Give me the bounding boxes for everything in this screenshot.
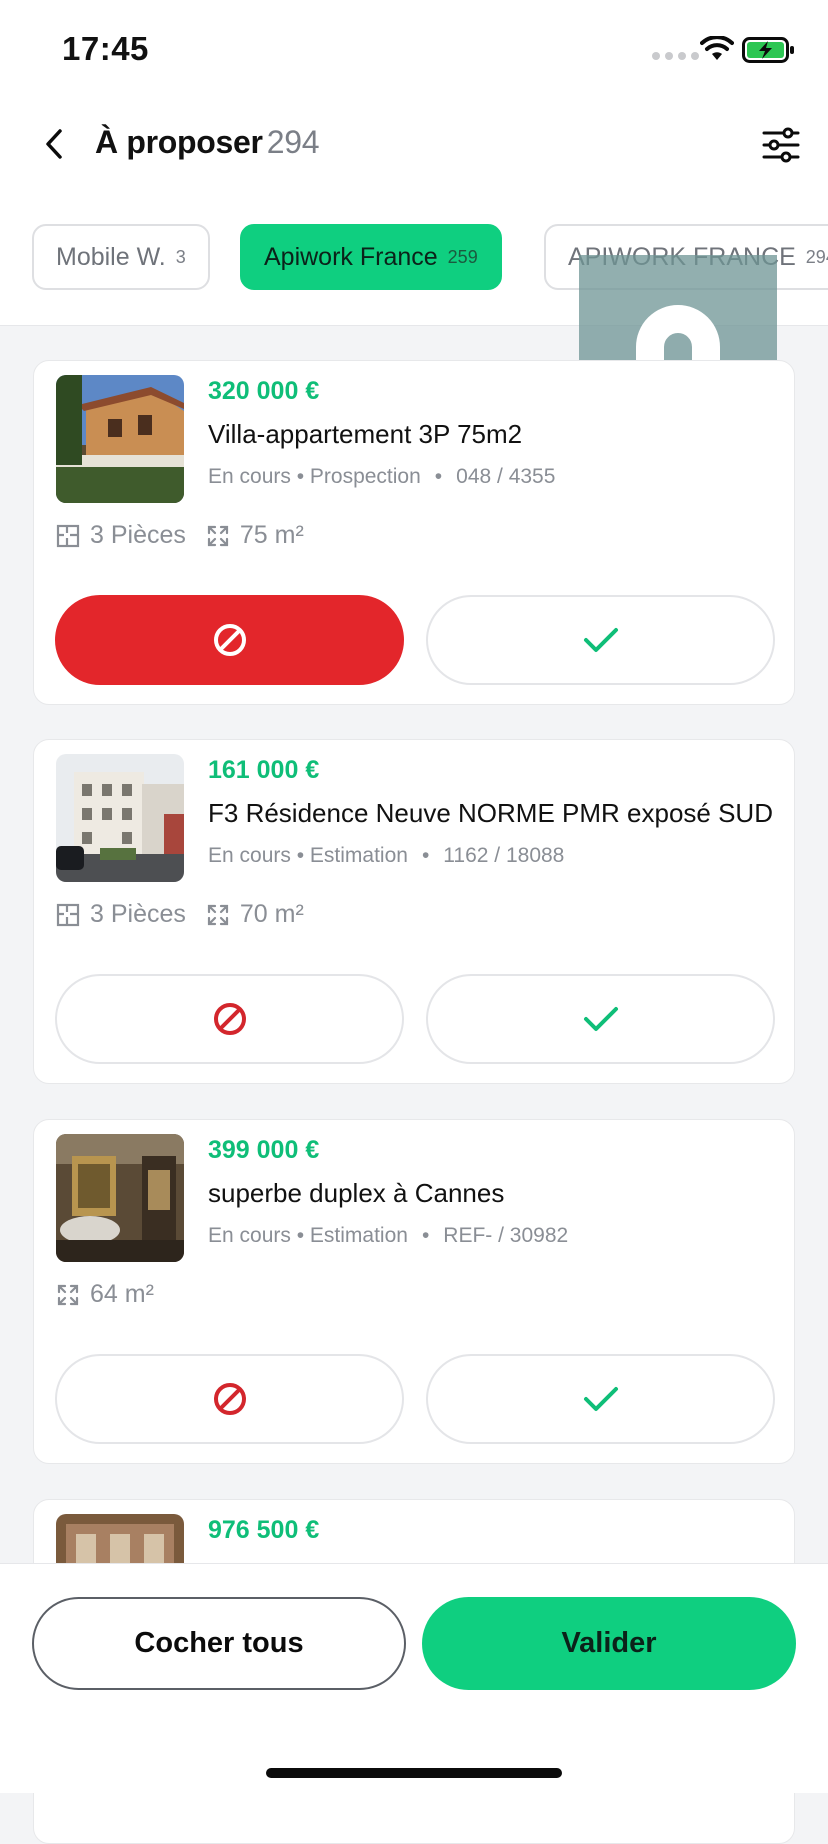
listing-photo [56,375,184,503]
floor-plan-icon [56,903,80,926]
battery-icon [742,37,794,63]
listing-price: 976 500 € [208,1516,320,1544]
bottom-action-bar: Cocher tous Valider [0,1563,828,1793]
check-all-button[interactable]: Cocher tous [32,1597,406,1690]
listing-features: 3 Pièces 70 m² [56,900,324,929]
ban-icon [213,1003,246,1035]
rooms-label: 3 Pièces [90,521,186,549]
status-time: 17:45 [62,30,149,67]
area-label: 75 m² [239,521,304,549]
page-title-text: À proposer [95,124,263,160]
listing-title: superbe duplex à Cannes [208,1178,505,1208]
listing-photo [56,1134,184,1262]
listing-features: 3 Pièces 75 m² [56,521,324,550]
listing-meta: En cours • Estimation • 1162 / 18088 [208,844,565,867]
rooms-label: 3 Pièces [90,900,186,928]
listing-card[interactable]: 399 000 € superbe duplex à Cannes En cou… [33,1119,795,1464]
reject-button[interactable] [55,1354,404,1444]
chip-count: 294 [805,246,828,267]
page-title-count: 294 [266,124,320,160]
area-expand-icon [207,904,228,925]
listing-status: En cours • Estimation [208,844,408,867]
page-title: À proposer 294 [95,124,320,161]
feature-area: 64 m² [56,1280,154,1309]
listing-title: Villa-appartement 3P 75m2 [208,419,523,449]
chip-count: 259 [447,246,478,267]
check-icon [583,628,618,652]
signal-icon [652,52,699,60]
feature-rooms: 3 Pièces [56,900,186,929]
accept-button[interactable] [426,974,775,1064]
listing-card[interactable]: 320 000 € Villa-appartement 3P 75m2 En c… [33,360,795,705]
chip-count: 3 [175,246,186,267]
feature-area: 70 m² [206,900,304,929]
chip-label: Mobile W. [56,242,166,271]
listing-status: En cours • Prospection [208,465,421,488]
chip-apiwork-france[interactable]: Apiwork France 259 [240,224,502,290]
accept-button[interactable] [426,595,775,685]
back-button[interactable] [34,122,74,166]
accept-button[interactable] [426,1354,775,1444]
listing-ref: REF- / 30982 [443,1224,569,1247]
listing-card[interactable]: 161 000 € F3 Résidence Neuve NORME PMR e… [33,739,795,1084]
listing-ref: 048 / 4355 [456,465,556,488]
listing-title: F3 Résidence Neuve NORME PMR exposé SUD [208,798,773,828]
ban-icon [213,624,246,656]
ban-icon [213,1383,246,1415]
listing-price: 320 000 € [208,377,320,405]
filter-sliders-icon[interactable] [758,122,804,168]
area-label: 64 m² [90,1280,154,1308]
listing-meta: En cours • Estimation • REF- / 30982 [208,1224,569,1247]
area-expand-icon [57,1284,79,1305]
feature-area: 75 m² [206,521,304,550]
check-icon [583,1007,618,1031]
floor-plan-icon [56,524,80,547]
listing-price: 399 000 € [208,1136,320,1164]
listing-status: En cours • Estimation [208,1224,408,1247]
listing-price: 161 000 € [208,756,320,784]
wifi-icon [700,36,734,60]
listing-photo [56,754,184,882]
area-label: 70 m² [239,900,304,928]
home-indicator[interactable] [266,1768,562,1778]
feature-rooms: 3 Pièces [56,521,186,550]
listing-ref: 1162 / 18088 [443,844,565,867]
listing-features: 64 m² [56,1280,174,1309]
reject-button[interactable] [55,595,404,685]
reject-button[interactable] [55,974,404,1064]
check-icon [583,1387,618,1411]
area-expand-icon [207,525,228,546]
chip-label: Apiwork France [264,242,438,271]
validate-button[interactable]: Valider [422,1597,796,1690]
chip-mobile-w[interactable]: Mobile W. 3 [32,224,210,290]
listing-meta: En cours • Prospection • 048 / 4355 [208,465,556,488]
back-arrow-icon [46,129,62,159]
